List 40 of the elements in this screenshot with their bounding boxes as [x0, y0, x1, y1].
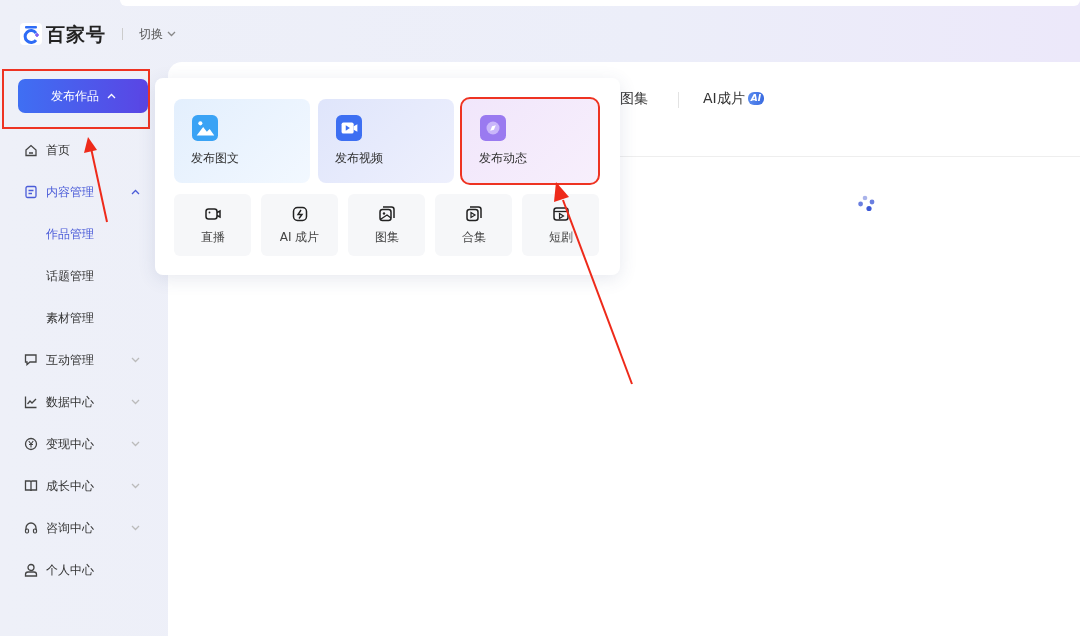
sidebar-item[interactable]: 内容管理: [0, 171, 168, 213]
caret-icon: [106, 93, 116, 99]
sidebar-item[interactable]: 互动管理: [0, 339, 168, 381]
sidebar-item[interactable]: 数据中心: [0, 381, 168, 423]
publish-tile[interactable]: 短剧: [522, 194, 599, 256]
publish-tile[interactable]: 直播: [174, 194, 251, 256]
tab[interactable]: AI成片 AI: [703, 88, 765, 109]
yen-coin-icon: [24, 437, 38, 451]
document-icon: [24, 185, 38, 199]
logo-icon: [20, 23, 42, 45]
publish-tile[interactable]: 图集: [348, 194, 425, 256]
sidebar-item[interactable]: 咨询中心: [0, 507, 168, 549]
switch-dropdown[interactable]: 切换: [139, 25, 176, 43]
sidebar-item[interactable]: 首页: [0, 129, 168, 171]
photo-stack-icon: [377, 204, 396, 223]
book-icon: [24, 479, 38, 493]
chat-icon: [24, 353, 38, 367]
sidebar-item[interactable]: 个人中心: [0, 549, 168, 591]
sidebar-subitem[interactable]: 素材管理: [0, 297, 168, 339]
clapper-icon: [551, 204, 570, 223]
sidebar-item[interactable]: 变现中心: [0, 423, 168, 465]
publish-option[interactable]: 发布视频: [318, 99, 454, 183]
caret-icon: [167, 31, 176, 37]
ai-badge: AI: [747, 91, 765, 106]
video-icon: [335, 115, 363, 141]
picture-icon: [191, 115, 219, 141]
lightning-icon: [290, 204, 309, 223]
publish-option[interactable]: 发布动态: [462, 99, 598, 183]
tab[interactable]: 图集: [620, 88, 648, 109]
publish-tile[interactable]: AI 成片: [261, 194, 338, 256]
home-icon: [24, 143, 38, 157]
publish-button[interactable]: 发布作品: [18, 79, 148, 113]
publish-option[interactable]: 发布图文: [174, 99, 310, 183]
logo-text: 百家号: [46, 21, 106, 47]
headset-icon: [24, 521, 38, 535]
line-chart-icon: [24, 395, 38, 409]
video-stack-icon: [464, 204, 483, 223]
publish-tile[interactable]: 合集: [435, 194, 512, 256]
user-icon: [24, 563, 38, 577]
sidebar-item[interactable]: 成长中心: [0, 465, 168, 507]
